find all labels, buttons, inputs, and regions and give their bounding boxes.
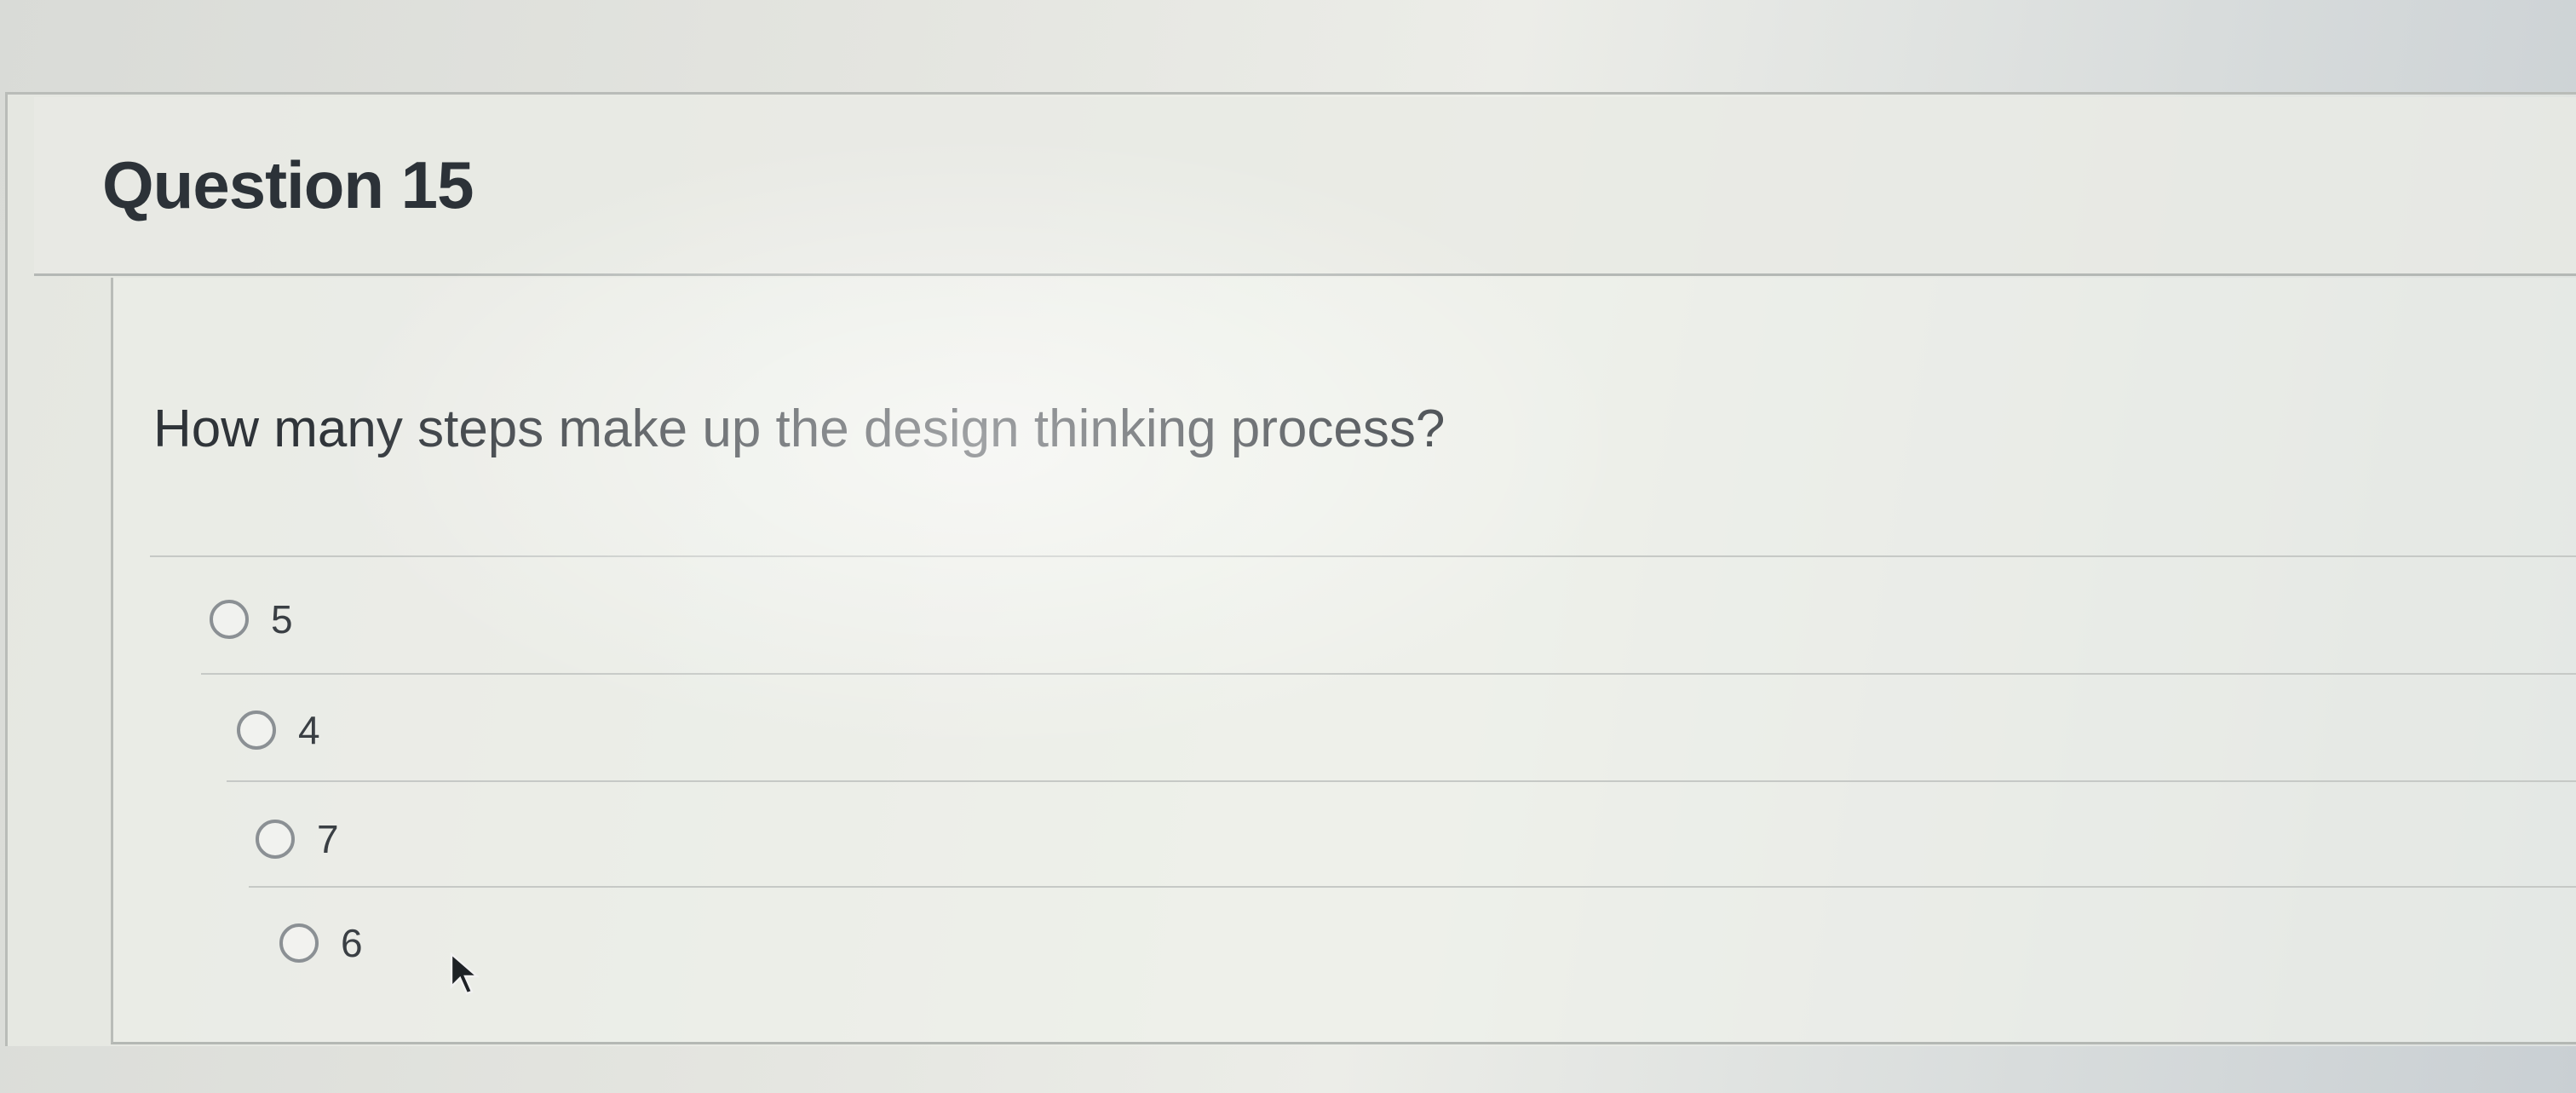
divider bbox=[201, 673, 2576, 675]
divider bbox=[227, 780, 2576, 782]
question-text: How many steps make up the design thinki… bbox=[153, 400, 1446, 458]
question-title: Question 15 bbox=[102, 147, 474, 222]
radio-button-icon[interactable] bbox=[256, 820, 295, 859]
radio-button-icon[interactable] bbox=[210, 600, 249, 639]
answer-option-2[interactable]: 4 bbox=[237, 707, 320, 753]
divider bbox=[150, 555, 2576, 557]
answer-option-4[interactable]: 6 bbox=[279, 920, 363, 966]
radio-button-icon[interactable] bbox=[279, 923, 319, 963]
answer-label: 5 bbox=[271, 597, 293, 641]
divider bbox=[249, 886, 2576, 888]
radio-button-icon[interactable] bbox=[237, 710, 276, 750]
answer-label: 4 bbox=[298, 708, 320, 752]
answer-label: 6 bbox=[341, 921, 363, 965]
arrow-cursor-icon bbox=[450, 952, 480, 995]
answer-option-3[interactable]: 7 bbox=[256, 816, 339, 862]
question-body bbox=[111, 278, 2576, 1044]
answer-option-1[interactable]: 5 bbox=[210, 596, 293, 642]
answer-label: 7 bbox=[317, 817, 339, 861]
